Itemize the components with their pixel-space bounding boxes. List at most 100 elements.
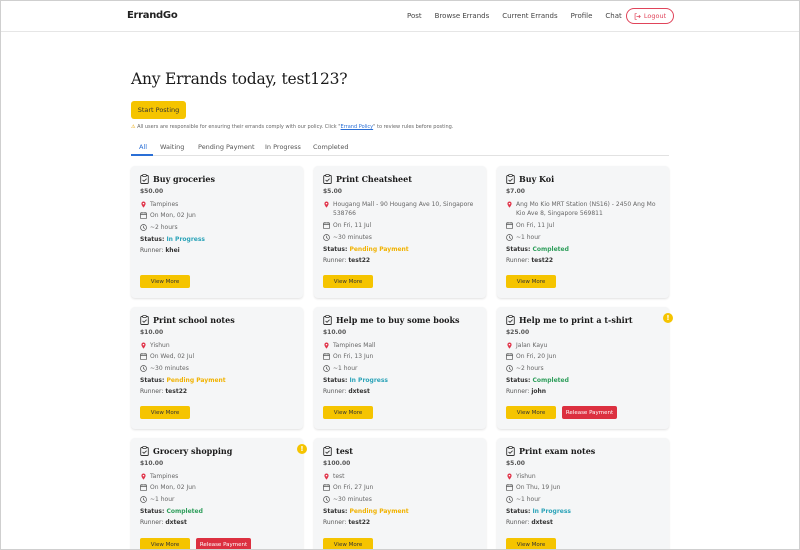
card-duration: ~1 hour	[323, 364, 478, 373]
card-runner: Runner: dxtest	[140, 519, 187, 526]
card-title: Buy Koi	[506, 174, 554, 184]
card-title-text: test	[336, 446, 353, 456]
card-date: On Fri, 11 Jul	[323, 221, 478, 230]
view-more-button[interactable]: View More	[506, 275, 556, 288]
card-date: On Fri, 20 Jun	[506, 352, 661, 361]
card-location: Ang Mo Kio MRT Station (NS16) - 2450 Ang…	[506, 200, 661, 218]
card-status: Status: Pending Payment	[140, 377, 226, 384]
map-pin-icon	[324, 473, 329, 480]
card-duration: ~1 hour	[140, 495, 295, 504]
logout-icon	[634, 12, 641, 20]
view-more-button[interactable]: View More	[506, 406, 556, 419]
clock-icon	[506, 365, 513, 372]
errand-policy-link[interactable]: Errand Policy	[341, 124, 374, 130]
errand-card: Buy Koi $7.00 Ang Mo Kio MRT Station (NS…	[497, 166, 669, 298]
card-runner: Runner: test22	[323, 257, 371, 264]
clipboard-icon	[506, 315, 515, 325]
tab-pending-payment[interactable]: Pending Payment	[198, 143, 255, 151]
errand-card: ! Grocery shopping $10.00 Tampines On Mo…	[131, 438, 307, 549]
view-more-button[interactable]: View More	[506, 538, 556, 549]
clock-icon	[323, 365, 330, 372]
alert-icon[interactable]: !	[663, 313, 673, 323]
card-runner: Runner: khei	[140, 247, 180, 254]
nav-links: Post Browse Errands Current Errands Prof…	[407, 12, 635, 20]
card-title-text: Help me to print a t-shirt	[519, 315, 633, 325]
errand-card: ! Help me to print a t-shirt $25.00 Jala…	[497, 307, 673, 429]
release-payment-button[interactable]: Release Payment	[196, 538, 251, 549]
card-title: Grocery shopping	[140, 446, 232, 456]
card-title: Print school notes	[140, 315, 235, 325]
status-value: Pending Payment	[349, 246, 409, 253]
page-title: Any Errands today, test123?	[131, 70, 348, 88]
card-title: Help me to print a t-shirt	[506, 315, 633, 325]
card-location: Yishun	[506, 472, 661, 481]
nav-item-current-errands[interactable]: Current Errands	[502, 12, 557, 20]
card-price: $5.00	[506, 460, 525, 467]
nav-item-post[interactable]: Post	[407, 12, 422, 20]
card-location: Tampines Mall	[323, 341, 478, 350]
card-location: test	[323, 472, 478, 481]
card-duration: ~2 hours	[506, 364, 661, 373]
view-more-button[interactable]: View More	[323, 406, 373, 419]
tab-in-progress[interactable]: In Progress	[265, 143, 301, 151]
card-title: Help me to buy some books	[323, 315, 460, 325]
card-price: $25.00	[506, 329, 530, 336]
brand-logo[interactable]: ErrandGo	[127, 10, 178, 21]
navbar: ErrandGo Post Browse Errands Current Err…	[1, 1, 799, 32]
card-price: $10.00	[323, 329, 347, 336]
status-value: Pending Payment	[349, 508, 409, 515]
errand-card: Print Cheatsheet $5.00 Hougang Mall - 90…	[314, 166, 486, 298]
card-status: Status: In Progress	[506, 508, 571, 515]
calendar-icon	[506, 222, 513, 229]
start-posting-button[interactable]: Start Posting	[131, 101, 186, 119]
card-location: Hougang Mall - 90 Hougang Ave 10, Singap…	[323, 200, 478, 218]
card-title-text: Buy groceries	[153, 174, 215, 184]
card-title-text: Buy Koi	[519, 174, 555, 184]
release-payment-button[interactable]: Release Payment	[562, 406, 617, 419]
card-status: Status: Completed	[506, 377, 569, 384]
card-runner: Runner: dxtest	[506, 519, 553, 526]
nav-item-profile[interactable]: Profile	[571, 12, 593, 20]
calendar-icon	[323, 222, 330, 229]
clock-icon	[506, 496, 513, 503]
card-status: Status: In Progress	[140, 236, 205, 243]
clock-icon	[140, 496, 147, 503]
clipboard-icon	[506, 174, 515, 184]
card-title: Print exam notes	[506, 446, 595, 456]
card-status: Status: Pending Payment	[323, 508, 409, 515]
alert-icon[interactable]: !	[297, 444, 307, 454]
clipboard-icon	[323, 174, 332, 184]
map-pin-icon	[324, 201, 329, 208]
card-title-text: Help me to buy some books	[336, 315, 460, 325]
view-more-button[interactable]: View More	[140, 275, 190, 288]
tab-completed[interactable]: Completed	[313, 143, 348, 151]
nav-item-browse-errands[interactable]: Browse Errands	[435, 12, 490, 20]
tab-waiting[interactable]: Waiting	[160, 143, 184, 151]
view-more-button[interactable]: View More	[323, 275, 373, 288]
view-more-button[interactable]: View More	[140, 406, 190, 419]
clock-icon	[140, 224, 147, 231]
tab-all[interactable]: All	[139, 143, 147, 151]
card-title-text: Print Cheatsheet	[336, 174, 412, 184]
view-more-button[interactable]: View More	[140, 538, 190, 549]
card-title-text: Print exam notes	[519, 446, 596, 456]
nav-item-chat[interactable]: Chat	[605, 12, 621, 20]
logout-button[interactable]: Logout	[626, 8, 674, 24]
card-duration: ~2 hours	[140, 223, 295, 232]
card-duration: ~30 minutes	[323, 233, 478, 242]
card-runner: Runner: test22	[323, 519, 371, 526]
calendar-icon	[506, 484, 513, 491]
map-pin-icon	[324, 342, 329, 349]
card-date: On Fri, 27 Jun	[323, 483, 478, 492]
app-window: ErrandGo Post Browse Errands Current Err…	[0, 0, 800, 550]
card-runner: Runner: dxtest	[323, 388, 370, 395]
card-location: Tampines	[140, 200, 295, 209]
calendar-icon	[140, 212, 147, 219]
view-more-button[interactable]: View More	[323, 538, 373, 549]
card-price: $100.00	[323, 460, 351, 467]
card-title: Buy groceries	[140, 174, 215, 184]
warning-icon: ⚠	[131, 124, 136, 130]
card-duration: ~30 minutes	[140, 364, 295, 373]
clock-icon	[323, 496, 330, 503]
card-price: $7.00	[506, 188, 525, 195]
